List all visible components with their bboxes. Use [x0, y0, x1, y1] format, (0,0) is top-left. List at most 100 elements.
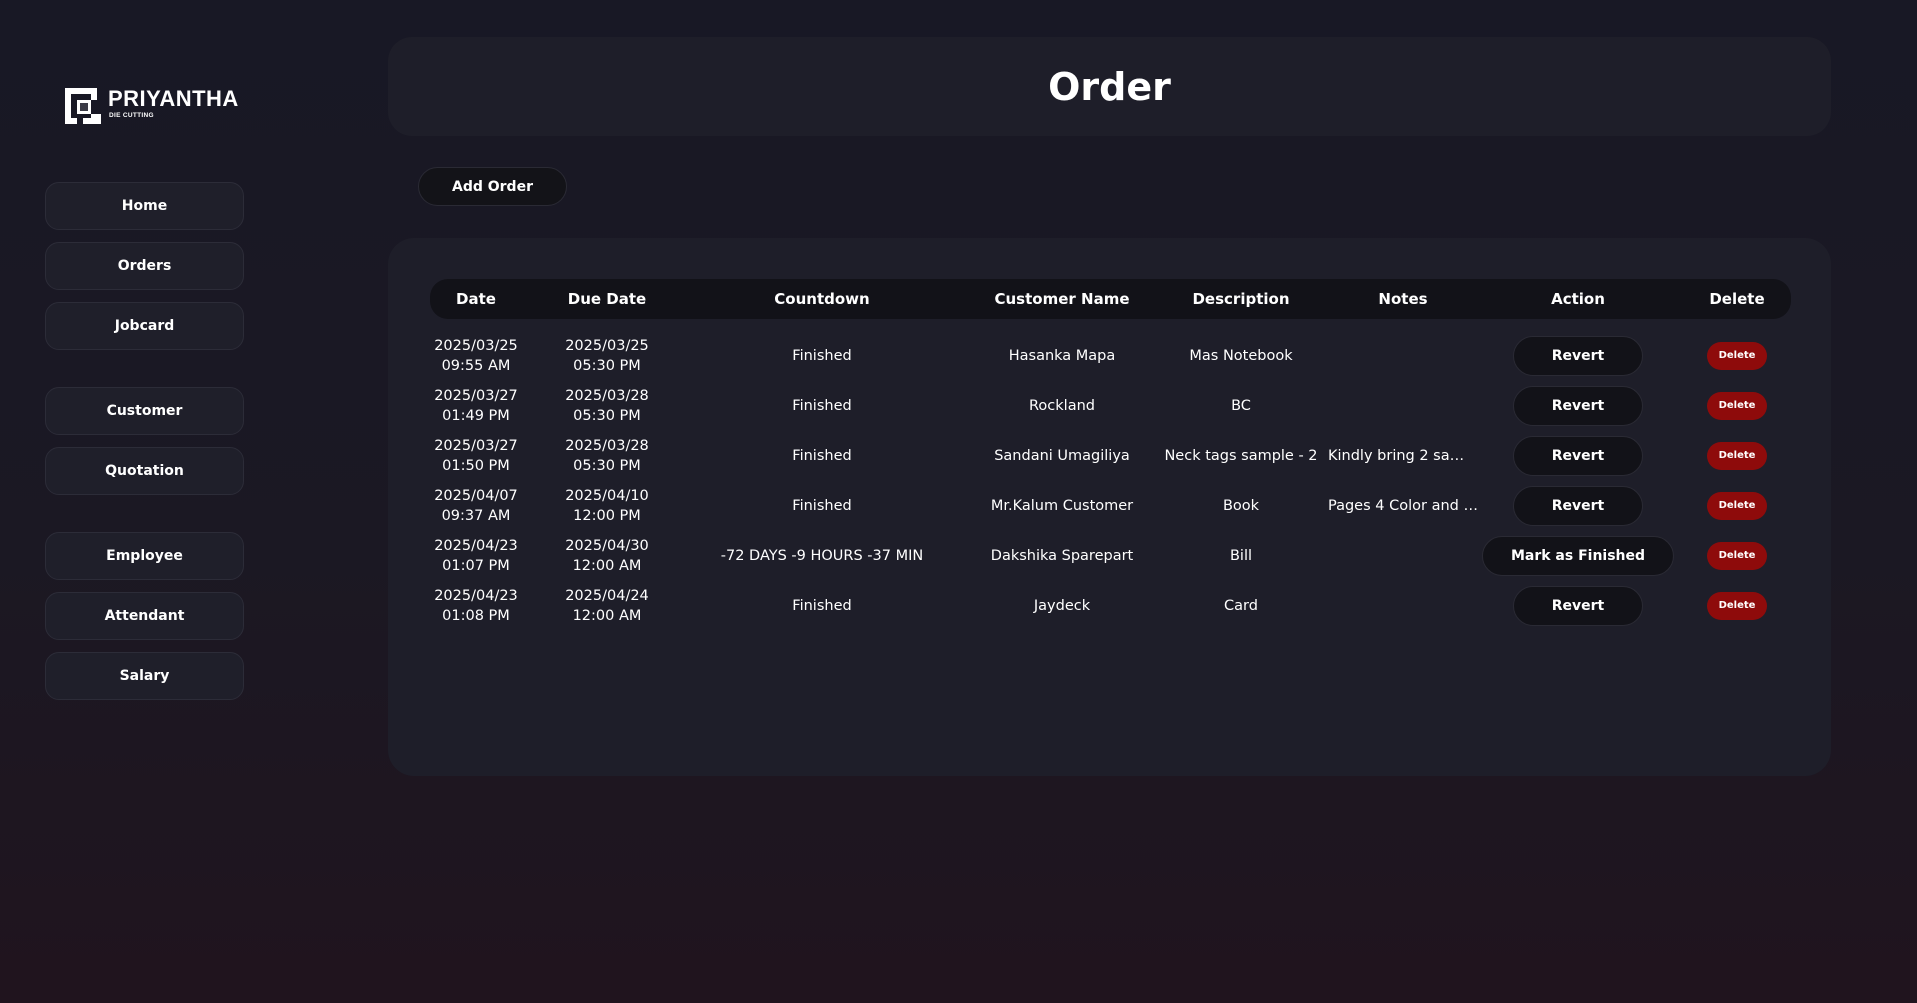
logo-mark-icon [65, 88, 101, 124]
table-row: 2025/04/23 01:07 PM 2025/04/30 12:00 AM -72 … [430, 531, 1791, 581]
sidebar-item-label: Employee [106, 548, 183, 564]
due-time-value: 05:30 PM [573, 408, 641, 424]
cell-description: Neck tags sample - 2 [1164, 431, 1317, 481]
table-row: 2025/03/25 09:55 AM 2025/03/25 05:30 PM Fini… [430, 331, 1791, 381]
delete-button[interactable]: Delete [1707, 342, 1767, 370]
description-value: Bill [1229, 548, 1253, 564]
table-row: 2025/03/27 01:50 PM 2025/03/28 05:30 PM Fini… [430, 431, 1791, 481]
delete-button[interactable]: Delete [1707, 392, 1767, 420]
delete-button[interactable]: Delete [1707, 492, 1767, 520]
sidebar-item-label: Jobcard [114, 318, 175, 334]
due-time-value: 12:00 AM [572, 608, 642, 624]
countdown-value: Finished [792, 598, 852, 614]
countdown-value: -72 DAYS -9 HOURS -37 MIN [720, 548, 924, 564]
row-action-button[interactable]: Revert [1513, 486, 1643, 526]
description-value: Book [1222, 498, 1260, 514]
brand-name: PRIYANTHA [108, 86, 239, 111]
sidebar-item-jobcard[interactable]: Jobcard [45, 302, 244, 350]
time-value: 09:55 AM [441, 358, 511, 374]
row-action-button[interactable]: Revert [1513, 386, 1643, 426]
orders-table: Date Due Date Countdown Customer Name De… [388, 238, 1831, 776]
cell-due-date: 2025/04/30 12:00 AM [565, 531, 649, 581]
header-card: Order [388, 37, 1831, 136]
delete-button[interactable]: Delete [1707, 442, 1767, 470]
due-date-value: 2025/04/24 [565, 588, 649, 604]
row-action-button[interactable]: Revert [1513, 586, 1643, 626]
cell-customer-name: Sandani Umagiliya [994, 431, 1130, 481]
due-time-value: 12:00 AM [572, 558, 642, 574]
sidebar-item-employee[interactable]: Employee [45, 532, 244, 580]
cell-delete: Delete [1707, 331, 1767, 381]
countdown-value: Finished [792, 398, 852, 414]
time-value: 01:50 PM [442, 458, 510, 474]
customer-name-value: Mr.Kalum Customer [990, 498, 1134, 514]
sidebar-item-orders[interactable]: Orders [45, 242, 244, 290]
cell-action: Revert [1513, 481, 1643, 531]
cell-countdown: Finished [792, 431, 851, 481]
sidebar-item-label: Quotation [105, 463, 184, 479]
table-row: 2025/04/07 09:37 AM 2025/04/10 12:00 PM Fini… [430, 481, 1791, 531]
description-value: BC [1231, 398, 1251, 414]
date-value: 2025/03/27 [434, 438, 518, 454]
row-action-button[interactable]: Mark as Finished [1481, 536, 1675, 576]
row-action-button[interactable]: Revert [1513, 436, 1643, 476]
due-date-value: 2025/03/25 [565, 338, 649, 354]
due-time-value: 05:30 PM [573, 458, 641, 474]
description-value: Card [1224, 598, 1258, 614]
date-value: 2025/03/27 [434, 388, 518, 404]
customer-name-value: Jaydeck [1033, 598, 1091, 614]
cell-delete: Delete [1707, 381, 1767, 431]
customer-name-value: Hasanka Mapa [1008, 348, 1116, 364]
cell-delete: Delete [1707, 431, 1767, 481]
sidebar-item-quotation[interactable]: Quotation [45, 447, 244, 495]
cell-action: Mark as Finished [1481, 531, 1675, 581]
cell-date: 2025/04/23 01:07 PM [434, 531, 518, 581]
sidebar-item-customer[interactable]: Customer [45, 387, 244, 435]
sidebar-item-home[interactable]: Home [45, 182, 244, 230]
date-value: 2025/04/07 [434, 488, 518, 504]
cell-action: Revert [1513, 581, 1643, 631]
sidebar-item-attendant[interactable]: Attendant [45, 592, 244, 640]
cell-customer-name: Hasanka Mapa [1009, 331, 1116, 381]
cell-description: Bill [1230, 531, 1252, 581]
sidebar-item-label: Salary [119, 668, 170, 684]
cell-due-date: 2025/04/24 12:00 AM [565, 581, 649, 631]
row-action-button[interactable]: Revert [1513, 336, 1643, 376]
cell-description: Mas Notebook [1189, 331, 1292, 381]
cell-customer-name: Jaydeck [1034, 581, 1090, 631]
brand-tagline: DIE CUTTING [109, 112, 154, 119]
cell-delete: Delete [1707, 581, 1767, 631]
table-row: 2025/03/27 01:49 PM 2025/03/28 05:30 PM Fini… [430, 381, 1791, 431]
countdown-value: Finished [792, 348, 852, 364]
sidebar-item-label: Orders [117, 258, 172, 274]
sidebar-item-label: Home [121, 198, 168, 214]
countdown-value: Finished [792, 498, 852, 514]
cell-action: Revert [1513, 431, 1643, 481]
delete-button[interactable]: Delete [1707, 592, 1767, 620]
due-date-value: 2025/03/28 [565, 438, 649, 454]
cell-description: Book [1223, 481, 1259, 531]
time-value: 01:08 PM [442, 608, 510, 624]
delete-button[interactable]: Delete [1707, 542, 1767, 570]
table-body: 2025/03/25 09:55 AM 2025/03/25 05:30 PM Fini… [388, 238, 1831, 776]
cell-action: Revert [1513, 331, 1643, 381]
time-value: 09:37 AM [441, 508, 511, 524]
cell-date: 2025/04/07 09:37 AM [434, 481, 518, 531]
date-value: 2025/04/23 [434, 538, 518, 554]
time-value: 01:49 PM [442, 408, 510, 424]
sidebar-item-salary[interactable]: Salary [45, 652, 244, 700]
add-order-button[interactable]: Add Order [418, 167, 567, 206]
cell-notes: Pages 4 Color and P... [1328, 481, 1478, 531]
cell-description: Card [1224, 581, 1258, 631]
due-time-value: 05:30 PM [573, 358, 641, 374]
brand-logo[interactable]: PRIYANTHA DIE CUTTING [63, 86, 263, 130]
due-time-value: 12:00 PM [573, 508, 641, 524]
due-date-value: 2025/03/28 [565, 388, 649, 404]
cell-due-date: 2025/03/28 05:30 PM [565, 381, 649, 431]
cell-due-date: 2025/04/10 12:00 PM [565, 481, 649, 531]
notes-value: Kindly bring 2 sampl... [1328, 448, 1478, 464]
due-date-value: 2025/04/30 [565, 538, 649, 554]
cell-date: 2025/04/23 01:08 PM [434, 581, 518, 631]
cell-customer-name: Rockland [1029, 381, 1095, 431]
cell-countdown: -72 DAYS -9 HOURS -37 MIN [721, 531, 923, 581]
